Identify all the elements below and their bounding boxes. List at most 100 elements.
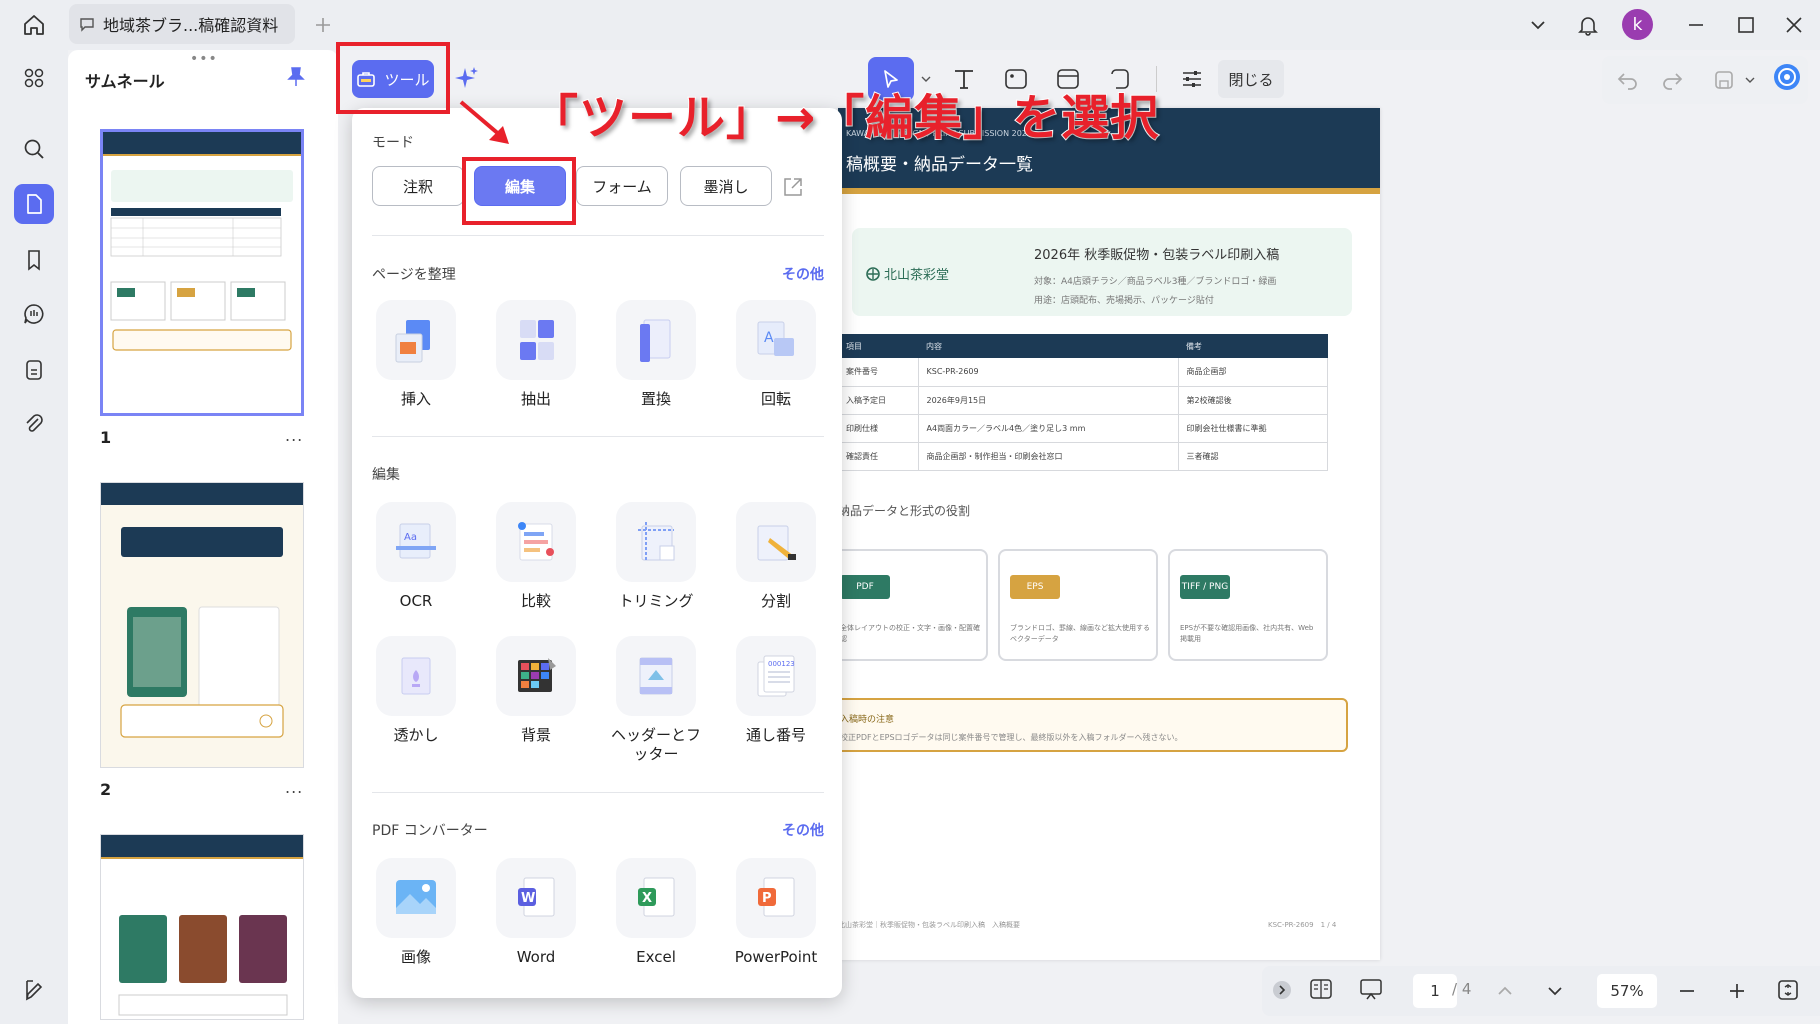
zoom-level[interactable]: 57% [1597, 974, 1657, 1008]
table-cell: 三者確認 [1178, 442, 1328, 471]
save-button[interactable] [1712, 68, 1736, 92]
document-tab[interactable]: 地域茶ブラ...稿確認資料 [69, 4, 295, 44]
thumbnail-page-3[interactable] [100, 834, 304, 1020]
presentation-button[interactable] [1358, 976, 1384, 1002]
panel-drag-handle[interactable]: ••• [190, 51, 218, 67]
convert-image-tool[interactable]: 画像 [366, 858, 466, 967]
previous-page-button[interactable] [1494, 980, 1516, 1002]
crop-tool[interactable]: トリミング [606, 502, 706, 611]
pin-icon [287, 67, 305, 86]
convert-excel-tool[interactable]: X Excel [606, 858, 706, 967]
thumbnail-page-2[interactable] [100, 482, 304, 768]
assistant-button[interactable] [1772, 62, 1802, 92]
convert-powerpoint-tool[interactable]: P PowerPoint [726, 858, 826, 967]
rail-comment-button[interactable] [14, 294, 54, 334]
thumbnail-more-button-1[interactable]: ... [285, 426, 303, 445]
minimize-button[interactable] [1676, 8, 1716, 42]
convert-word-tool[interactable]: W Word [486, 858, 586, 967]
thumbnail-more-button-2[interactable]: ... [285, 778, 303, 797]
rail-form-button[interactable] [14, 350, 54, 390]
notification-button[interactable] [1568, 8, 1608, 42]
table-cell: KSC-PR-2609 [918, 358, 1179, 387]
table-row: 確認責任 商品企画部・制作担当・印刷会社窓口 三者確認 [838, 442, 1328, 471]
extract-tool[interactable]: 抽出 [486, 300, 586, 409]
bates-number-tool[interactable]: 000123 通し番号 [726, 636, 826, 745]
close-edit-button[interactable]: 閉じる [1218, 60, 1284, 98]
excel-file-icon: X [638, 877, 675, 917]
zoom-in-button[interactable] [1726, 980, 1748, 1002]
maximize-button[interactable] [1726, 8, 1766, 42]
mode-form-button[interactable]: フォーム [576, 166, 668, 206]
presentation-icon [1360, 979, 1382, 1000]
next-page-button[interactable] [1544, 980, 1566, 1002]
avatar[interactable]: k [1622, 9, 1653, 40]
thumbnail-number-2: 2 [100, 780, 112, 799]
brand-use: 用途：店頭配布、売場掲示、パッケージ貼付 [1034, 296, 1214, 306]
open-external-button[interactable] [782, 176, 804, 198]
replace-tool-label: 置換 [640, 390, 671, 408]
tab-list-button[interactable] [1518, 8, 1558, 42]
thumbnail-page-1[interactable] [100, 129, 304, 416]
page-layout-button[interactable] [1308, 976, 1334, 1002]
redo-icon [1663, 73, 1683, 90]
extract-page-icon [520, 320, 554, 360]
organize-more-link[interactable]: その他 [782, 264, 824, 284]
format-description: EPSが不要な確認用画像、社内共有、Web掲載用 [1180, 624, 1314, 643]
sparkle-icon [455, 67, 478, 88]
minimize-icon [1689, 24, 1703, 26]
svg-text:Aa: Aa [404, 532, 417, 543]
properties-button[interactable] [1166, 57, 1218, 101]
ocr-tool[interactable]: Aa OCR [366, 502, 466, 611]
mode-annotate-button[interactable]: 注釈 [372, 166, 464, 206]
page-header-line [838, 188, 1380, 194]
format-description: ブランドロゴ、罫線、線画など拡大使用するベクターデータ [1010, 624, 1150, 643]
mode-redact-button[interactable]: 墨消し [680, 166, 772, 206]
table-header: 項目 [838, 334, 918, 358]
thumbnail-panel-title: サムネール [85, 72, 165, 91]
form-icon [26, 360, 42, 380]
header-footer-tool[interactable]: ヘッダーとフッター [606, 636, 706, 764]
ai-assistant-button[interactable] [452, 64, 482, 94]
mode-section-title: モード [372, 135, 414, 151]
add-tab-button[interactable] [308, 10, 338, 40]
save-dropdown[interactable] [1744, 74, 1756, 86]
undo-button[interactable] [1616, 68, 1640, 92]
rotate-tool[interactable]: A 回転 [726, 300, 826, 409]
converter-section-title: PDF コンバーター [372, 823, 488, 839]
watermark-tool[interactable]: 透かし [366, 636, 466, 745]
pin-button[interactable] [286, 66, 306, 88]
converter-more-link[interactable]: その他 [782, 820, 824, 840]
insert-tool[interactable]: 挿入 [366, 300, 466, 409]
page-footer-left: 北山茶彩堂｜秋季販促物・包装ラベル印刷入稿 入稿概要 [838, 921, 1020, 929]
table-row: 案件番号 KSC-PR-2609 商品企画部 [838, 358, 1328, 387]
rail-thumbnail-button[interactable] [14, 184, 54, 224]
bates-number-tool-label: 通し番号 [745, 726, 806, 744]
redo-button[interactable] [1660, 68, 1684, 92]
image-file-icon [396, 880, 436, 914]
zoom-out-button[interactable] [1676, 980, 1698, 1002]
page-number-input[interactable]: 1 [1413, 974, 1457, 1008]
split-tool[interactable]: 分割 [726, 502, 826, 611]
rail-apps-button[interactable] [14, 58, 54, 98]
rail-attachment-button[interactable] [14, 404, 54, 444]
background-tool[interactable]: 背景 [486, 636, 586, 745]
bookmark-icon [28, 250, 40, 271]
fit-page-button[interactable] [1776, 978, 1800, 1002]
divider [372, 792, 824, 793]
compare-tool[interactable]: 比較 [486, 502, 586, 611]
replace-tool[interactable]: 置換 [606, 300, 706, 409]
fit-page-icon [1778, 980, 1798, 1000]
expand-status-button[interactable] [1272, 980, 1292, 1000]
page-header-title: 稿概要・納品データ一覧 [846, 155, 1033, 175]
rail-sign-button[interactable] [14, 970, 54, 1010]
plus-icon [1730, 984, 1744, 998]
word-file-icon: W [518, 877, 555, 917]
chevron-down-icon [1548, 987, 1562, 996]
rail-search-button[interactable] [14, 129, 54, 169]
home-button[interactable] [14, 10, 54, 40]
document-page[interactable]: KAWAHARA DESIGN / PRINT SUBMISSION 2026 … [838, 108, 1380, 960]
close-window-button[interactable] [1774, 8, 1814, 42]
maximize-icon [1738, 17, 1754, 33]
rail-bookmark-button[interactable] [14, 240, 54, 280]
annotation-arrow-icon [459, 100, 509, 144]
